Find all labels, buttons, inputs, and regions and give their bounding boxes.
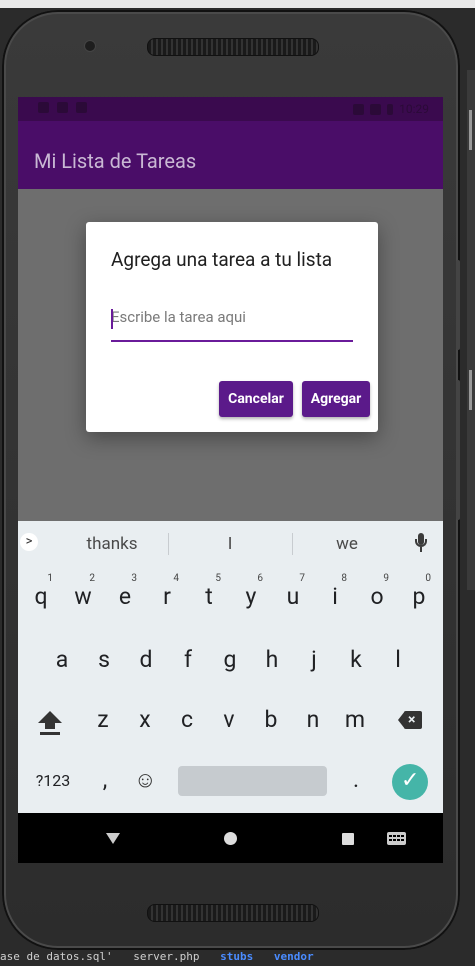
phone-frame: 10:29 Mi Lista de Tareas + Agrega una ta… xyxy=(2,10,460,950)
ide-scrollbar-edge xyxy=(467,70,475,590)
task-input[interactable]: Escribe la tarea aqui xyxy=(111,304,353,342)
add-button[interactable]: Agregar xyxy=(302,381,370,417)
key-o[interactable]: o9 xyxy=(357,573,397,610)
suggestion-strip: > thanks I we xyxy=(18,521,443,566)
suggestion-3[interactable]: we xyxy=(297,534,397,554)
wifi-icon xyxy=(353,103,365,115)
top-speaker-grille xyxy=(147,38,319,56)
navigation-bar xyxy=(18,813,443,863)
key-h[interactable]: h xyxy=(252,646,292,673)
text-cursor xyxy=(111,309,113,329)
key-x[interactable]: x xyxy=(125,706,165,733)
cancel-button[interactable]: Cancelar xyxy=(219,381,293,417)
signal-icon xyxy=(370,103,382,115)
backspace-icon[interactable]: × xyxy=(398,711,422,729)
soft-keyboard: > thanks I we q1 w2 e3 r4 t5 y6 u7 i8 o9… xyxy=(18,521,443,813)
key-l[interactable]: l xyxy=(378,646,418,673)
app-bar: Mi Lista de Tareas xyxy=(18,121,443,189)
emoji-icon[interactable]: ☺ xyxy=(134,767,156,793)
key-q[interactable]: q1 xyxy=(21,573,61,610)
battery-icon xyxy=(387,103,394,115)
front-camera xyxy=(84,40,96,52)
volume-button[interactable] xyxy=(456,260,460,350)
key-b[interactable]: b xyxy=(251,706,291,733)
key-r[interactable]: r4 xyxy=(147,573,187,610)
task-input-placeholder: Escribe la tarea aqui xyxy=(111,308,246,326)
key-i[interactable]: i8 xyxy=(315,573,355,610)
suggestion-divider xyxy=(168,533,169,555)
key-w[interactable]: w2 xyxy=(63,573,103,610)
ide-file-item[interactable]: server.php xyxy=(133,950,199,963)
microphone-icon[interactable] xyxy=(413,533,429,555)
key-v[interactable]: v xyxy=(209,706,249,733)
key-g[interactable]: g xyxy=(210,646,250,673)
suggestion-divider xyxy=(292,533,293,555)
desktop-top-strip xyxy=(0,0,475,8)
power-button[interactable] xyxy=(456,380,460,520)
recents-icon[interactable] xyxy=(342,833,354,845)
status-time: 10:29 xyxy=(399,102,429,116)
key-u[interactable]: u7 xyxy=(273,573,313,610)
ide-file-strip: ase de datos.sql' server.php stubs vendo… xyxy=(0,950,475,966)
key-f[interactable]: f xyxy=(168,646,208,673)
scroll-marker xyxy=(469,370,472,410)
key-z[interactable]: z xyxy=(83,706,123,733)
dialog-title: Agrega una tarea a tu lista xyxy=(111,248,333,271)
key-comma[interactable]: , xyxy=(85,766,125,793)
app-title: Mi Lista de Tareas xyxy=(34,149,197,173)
notification-icon xyxy=(57,102,68,113)
notification-icon xyxy=(38,102,49,113)
ide-folder-item[interactable]: stubs xyxy=(220,950,253,963)
ide-file-item[interactable]: ase de datos.sql' xyxy=(0,950,113,963)
phone-screen: 10:29 Mi Lista de Tareas + Agrega una ta… xyxy=(18,97,443,863)
checkmark-icon: ✓ xyxy=(401,768,420,793)
key-j[interactable]: j xyxy=(294,646,334,673)
key-p[interactable]: p0 xyxy=(399,573,439,610)
keyboard-switch-icon[interactable] xyxy=(387,832,406,845)
back-icon[interactable] xyxy=(106,833,120,844)
home-icon[interactable] xyxy=(224,832,237,845)
scroll-marker xyxy=(469,110,472,150)
key-period[interactable]: . xyxy=(336,766,376,793)
spacebar[interactable] xyxy=(178,766,327,796)
key-k[interactable]: k xyxy=(336,646,376,673)
key-y[interactable]: y6 xyxy=(231,573,271,610)
key-e[interactable]: e3 xyxy=(105,573,145,610)
symbols-key[interactable]: ?123 xyxy=(28,771,78,790)
key-s[interactable]: s xyxy=(84,646,124,673)
ide-folder-item[interactable]: vendor xyxy=(274,950,314,963)
status-bar: 10:29 xyxy=(18,97,443,121)
key-a[interactable]: a xyxy=(42,646,82,673)
key-n[interactable]: n xyxy=(293,706,333,733)
add-task-dialog: Agrega una tarea a tu lista Escribe la t… xyxy=(86,222,378,432)
suggestion-2[interactable]: I xyxy=(180,534,280,554)
shift-icon[interactable] xyxy=(38,711,62,735)
notification-icon xyxy=(76,102,87,113)
key-t[interactable]: t5 xyxy=(189,573,229,610)
suggestion-1[interactable]: thanks xyxy=(62,534,162,554)
key-d[interactable]: d xyxy=(126,646,166,673)
enter-key[interactable]: ✓ xyxy=(392,764,428,800)
chevron-right-icon[interactable]: > xyxy=(20,533,38,551)
key-c[interactable]: c xyxy=(167,706,207,733)
bottom-speaker-grille xyxy=(147,904,319,922)
key-m[interactable]: m xyxy=(335,706,375,733)
